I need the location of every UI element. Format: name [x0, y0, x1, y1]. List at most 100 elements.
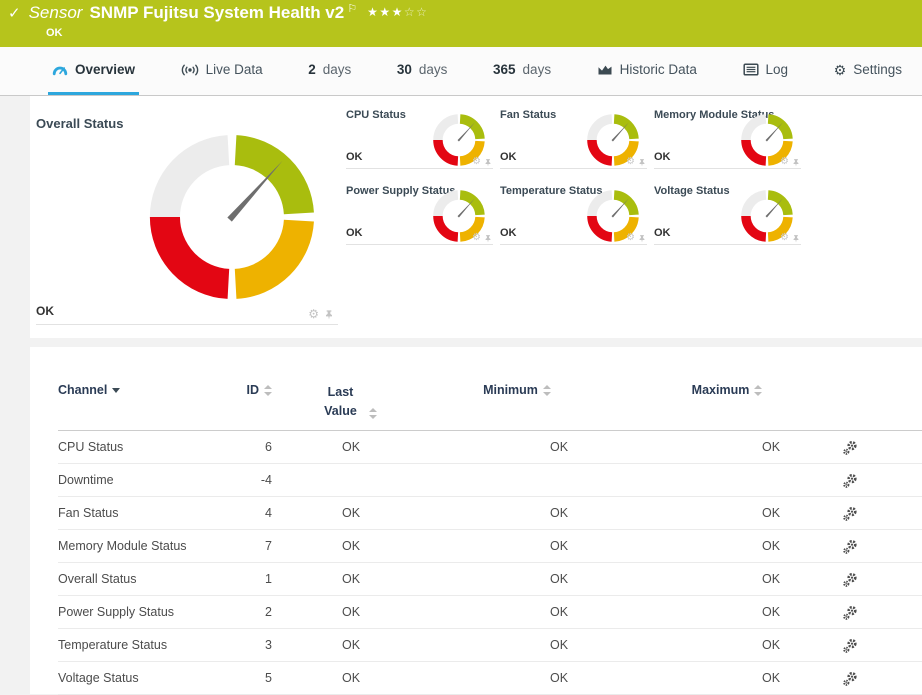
- sort-icon: [754, 384, 762, 397]
- minimum-value: OK: [422, 572, 612, 586]
- channel-id: 5: [214, 671, 272, 685]
- pin-icon[interactable]: [792, 234, 800, 243]
- tab-log[interactable]: Log: [739, 47, 793, 95]
- channel-id: 1: [214, 572, 272, 586]
- sensor-status-text: OK: [46, 27, 63, 39]
- pin-icon[interactable]: [792, 158, 800, 167]
- stars-empty[interactable]: ☆☆: [404, 5, 429, 19]
- channel-settings-icon[interactable]: [842, 638, 858, 654]
- table-row[interactable]: Fan Status 4 OK OK OK: [58, 497, 922, 530]
- pin-icon[interactable]: [484, 234, 492, 243]
- tab-label: days: [419, 62, 448, 77]
- column-header-last-value[interactable]: Last Value: [272, 383, 422, 421]
- pin-icon[interactable]: [484, 158, 492, 167]
- table-row[interactable]: Voltage Status 5 OK OK OK: [58, 662, 922, 695]
- channel-id: -4: [214, 473, 272, 487]
- channel-settings-icon[interactable]: [842, 572, 858, 588]
- tab-label: days: [323, 62, 352, 77]
- table-row[interactable]: Power Supply Status 2 OK OK OK: [58, 596, 922, 629]
- minimum-value: OK: [422, 440, 612, 454]
- maximum-value: OK: [612, 638, 842, 652]
- channel-name[interactable]: Overall Status: [58, 572, 214, 586]
- column-header-channel[interactable]: Channel: [58, 383, 214, 397]
- gauge-panel: Voltage Status OK ⚙: [654, 182, 801, 245]
- gear-icon[interactable]: ⚙: [780, 233, 789, 243]
- column-header-maximum[interactable]: Maximum: [612, 383, 842, 397]
- tab-live-data[interactable]: Live Data: [177, 47, 267, 95]
- tab-365-days[interactable]: 365 days: [489, 47, 555, 95]
- gauge-grid: CPU Status OK ⚙ Fan Status OK ⚙ Memory M…: [346, 106, 801, 338]
- channel-name[interactable]: Memory Module Status: [58, 539, 214, 553]
- tab-label: Log: [766, 62, 789, 77]
- minimum-value: OK: [422, 539, 612, 553]
- table-row[interactable]: Overall Status 1 OK OK OK: [58, 563, 922, 596]
- overall-status-panel: Overall Status OK ⚙: [36, 106, 338, 325]
- gear-icon[interactable]: ⚙: [472, 157, 481, 167]
- stars-filled[interactable]: ★★★: [367, 5, 404, 19]
- gear-icon[interactable]: ⚙: [472, 233, 481, 243]
- column-header-minimum[interactable]: Minimum: [422, 383, 612, 397]
- channel-settings-icon[interactable]: [842, 605, 858, 621]
- tab-label: Historic Data: [620, 62, 697, 77]
- gear-icon[interactable]: ⚙: [626, 233, 635, 243]
- channel-name[interactable]: Power Supply Status: [58, 605, 214, 619]
- last-value: OK: [272, 605, 422, 619]
- tab-number: 30: [397, 62, 412, 77]
- priority-stars[interactable]: ★★★☆☆: [367, 5, 428, 19]
- gauge-panel: Fan Status OK ⚙: [500, 106, 647, 169]
- sensor-title: SNMP Fujitsu System Health v2: [89, 3, 344, 23]
- pin-icon[interactable]: [638, 234, 646, 243]
- overview-card: Overall Status OK ⚙ CPU Status OK ⚙ Fan …: [30, 96, 922, 338]
- minimum-value: OK: [422, 671, 612, 685]
- gear-icon: ⚙: [834, 63, 847, 77]
- tab-overview[interactable]: Overview: [48, 47, 139, 95]
- channel-name[interactable]: Temperature Status: [58, 638, 214, 652]
- sort-icon: [264, 384, 272, 397]
- table-row[interactable]: Downtime -4: [58, 464, 922, 497]
- maximum-value: OK: [612, 605, 842, 619]
- channel-name[interactable]: Voltage Status: [58, 671, 214, 685]
- last-value: OK: [272, 671, 422, 685]
- channel-settings-icon[interactable]: [842, 506, 858, 522]
- tab-30-days[interactable]: 30 days: [393, 47, 452, 95]
- log-icon: [743, 63, 759, 76]
- channel-id: 6: [214, 440, 272, 454]
- gear-icon[interactable]: ⚙: [626, 157, 635, 167]
- panel-title: Overall Status: [36, 116, 330, 131]
- maximum-value: OK: [612, 440, 842, 454]
- channel-settings-icon[interactable]: [842, 440, 858, 456]
- panel-status: OK: [500, 227, 517, 239]
- tab-label: Settings: [853, 62, 902, 77]
- gauge-panel: Power Supply Status OK ⚙: [346, 182, 493, 245]
- channel-settings-icon[interactable]: [842, 539, 858, 555]
- table-row[interactable]: Memory Module Status 7 OK OK OK: [58, 530, 922, 563]
- table-header-row: Channel ID Last Value Minimum Maximum: [58, 383, 922, 431]
- tab-label: Overview: [75, 62, 135, 77]
- panel-status: OK: [36, 304, 54, 318]
- table-row[interactable]: CPU Status 6 OK OK OK: [58, 431, 922, 464]
- channels-table-card: Channel ID Last Value Minimum Maximum: [30, 347, 922, 694]
- channel-settings-icon[interactable]: [842, 671, 858, 687]
- channel-name[interactable]: CPU Status: [58, 440, 214, 454]
- panel-status: OK: [654, 227, 671, 239]
- tab-historic-data[interactable]: Historic Data: [593, 47, 701, 95]
- tab-label: Live Data: [206, 62, 263, 77]
- tab-settings[interactable]: ⚙ Settings: [830, 47, 906, 95]
- gear-icon[interactable]: ⚙: [308, 308, 319, 320]
- channel-settings-icon[interactable]: [842, 473, 858, 489]
- minimum-value: OK: [422, 638, 612, 652]
- gear-icon[interactable]: ⚙: [780, 157, 789, 167]
- pin-icon[interactable]: [638, 158, 646, 167]
- status-check-icon: ✓: [8, 4, 21, 22]
- gauge-panel: CPU Status OK ⚙: [346, 106, 493, 169]
- pin-icon[interactable]: [324, 309, 334, 320]
- tab-label: days: [523, 62, 552, 77]
- tab-2-days[interactable]: 2 days: [304, 47, 355, 95]
- gauge-panel: Memory Module Status OK ⚙: [654, 106, 801, 169]
- last-value: OK: [272, 440, 422, 454]
- column-header-id[interactable]: ID: [214, 383, 272, 397]
- table-row[interactable]: Temperature Status 3 OK OK OK: [58, 629, 922, 662]
- channel-name[interactable]: Downtime: [58, 473, 214, 487]
- channel-name[interactable]: Fan Status: [58, 506, 214, 520]
- panel-status: OK: [346, 151, 363, 163]
